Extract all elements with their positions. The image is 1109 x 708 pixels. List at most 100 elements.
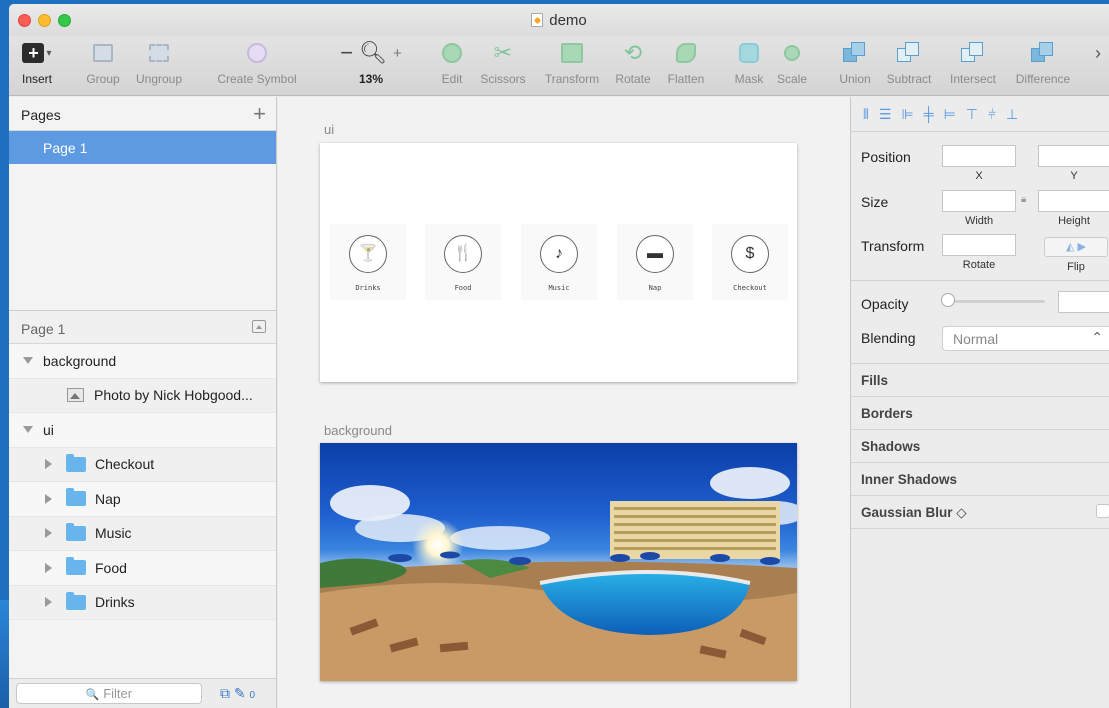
layer-drinks[interactable]: Drinks: [9, 585, 276, 620]
scale-button[interactable]: Scale: [773, 38, 811, 86]
scale-icon: [784, 45, 800, 61]
pencil-icon[interactable]: ✎: [234, 685, 246, 701]
nav-item-drinks[interactable]: 🍸 Drinks: [330, 224, 406, 300]
difference-icon: [1031, 42, 1055, 64]
disclosure-right-icon[interactable]: [45, 562, 52, 573]
scissors-icon: ✂: [493, 40, 513, 65]
subtract-button[interactable]: Subtract: [881, 38, 937, 86]
create-symbol-button[interactable]: Create Symbol: [209, 38, 305, 86]
add-page-button[interactable]: +: [253, 101, 266, 127]
intersect-button[interactable]: Intersect: [945, 38, 1001, 86]
toolbar-overflow-button[interactable]: ›: [1091, 38, 1105, 68]
checkout-icon: $: [731, 235, 769, 273]
edit-icon: [442, 43, 462, 63]
layer-group-ui[interactable]: ui: [9, 413, 276, 448]
borders-section[interactable]: Borders: [851, 397, 1109, 430]
zoom-out-button[interactable]: −: [340, 40, 353, 66]
flip-buttons[interactable]: ◭ ▶: [1044, 237, 1108, 257]
scissors-button[interactable]: ✂ Scissors: [475, 38, 531, 86]
disclosure-right-icon[interactable]: [45, 493, 52, 504]
height-input[interactable]: [1038, 190, 1109, 212]
disclosure-down-icon[interactable]: [23, 426, 33, 434]
ungroup-button[interactable]: Ungroup: [131, 38, 187, 86]
insert-button[interactable]: + ▾ Insert: [17, 38, 57, 86]
inner-shadows-section[interactable]: Inner Shadows: [851, 463, 1109, 496]
disclosure-right-icon[interactable]: [45, 528, 52, 539]
disclosure-down-icon[interactable]: [23, 357, 33, 365]
app-window: demo + ▾ Insert Group Ungroup Create Symb…: [9, 4, 1109, 708]
artboard-label-ui[interactable]: ui: [324, 122, 334, 137]
position-y-input[interactable]: [1038, 145, 1109, 167]
align-left-icon[interactable]: ⫴: [863, 106, 869, 123]
artboard-label-background[interactable]: background: [324, 423, 392, 438]
layer-photo[interactable]: Photo by Nick Hobgood...: [9, 378, 276, 413]
background-photo[interactable]: [320, 443, 797, 681]
difference-button[interactable]: Difference: [1009, 38, 1077, 86]
edit-button[interactable]: Edit: [437, 38, 467, 86]
blending-select[interactable]: Normal ⌃: [942, 326, 1109, 351]
search-icon: 🔍: [85, 689, 100, 701]
rotate-input[interactable]: [942, 234, 1016, 256]
distribute-horizontal-icon[interactable]: ☰: [879, 106, 892, 123]
align-center-icon[interactable]: ╪: [924, 106, 934, 122]
collapse-pages-icon[interactable]: [252, 320, 266, 333]
nav-item-food[interactable]: 🍴 Food: [425, 224, 501, 300]
music-icon: ♪: [540, 235, 578, 273]
layer-checkout[interactable]: Checkout: [9, 447, 276, 482]
filter-options[interactable]: ⧉ ✎ 0: [220, 685, 255, 702]
folder-icon: [66, 591, 86, 610]
disclosure-right-icon[interactable]: [45, 597, 52, 608]
layer-group-background[interactable]: background: [9, 344, 276, 379]
gaussian-blur-checkbox[interactable]: [1096, 504, 1109, 518]
toolbar: + ▾ Insert Group Ungroup Create Symbol − …: [9, 36, 1109, 96]
flatten-button[interactable]: Flatten: [663, 38, 709, 86]
layer-food[interactable]: Food: [9, 551, 276, 586]
zoom-control: − 🔍︎ + 13%: [340, 40, 402, 86]
filter-input[interactable]: 🔍 Filter: [16, 683, 202, 704]
folder-icon: [66, 488, 86, 507]
symbols-filter-icon[interactable]: ⧉: [220, 685, 230, 701]
align-left-edge-icon[interactable]: ⊫: [901, 106, 913, 123]
transform-icon: [561, 43, 583, 63]
opacity-slider-track[interactable]: [943, 300, 1045, 303]
lock-icon[interactable]: 🔒︎: [1021, 194, 1026, 205]
layers-sidebar: Pages + Page 1 Page 1 background Photo b…: [9, 97, 277, 708]
nav-item-checkout[interactable]: $ Checkout: [712, 224, 788, 300]
nav-item-music[interactable]: ♪ Music: [521, 224, 597, 300]
union-button[interactable]: Union: [835, 38, 875, 86]
gaussian-blur-section[interactable]: Gaussian Blur ◇: [851, 496, 1109, 529]
title-bar: demo: [9, 4, 1109, 36]
page-item-page-1[interactable]: Page 1: [9, 131, 276, 164]
align-bottom-icon[interactable]: ⊥: [1006, 106, 1018, 123]
canvas[interactable]: ui 🍸 Drinks 🍴 Food ♪ Music ▬ Nap $ Check…: [278, 97, 850, 708]
fills-section[interactable]: Fills: [851, 364, 1109, 397]
opacity-slider-knob[interactable]: [941, 293, 955, 307]
size-label: Size: [861, 194, 889, 210]
rotate-button[interactable]: ⟲ Rotate: [611, 38, 655, 86]
disclosure-right-icon[interactable]: [45, 459, 52, 470]
image-layer-icon: [67, 388, 84, 403]
group-button[interactable]: Group: [83, 38, 123, 86]
nav-item-nap[interactable]: ▬ Nap: [617, 224, 693, 300]
artboard-ui[interactable]: 🍸 Drinks 🍴 Food ♪ Music ▬ Nap $ Checkout: [320, 143, 797, 382]
transform-button[interactable]: Transform: [539, 38, 605, 86]
layer-music[interactable]: Music: [9, 516, 276, 551]
align-middle-icon[interactable]: ⫩: [988, 106, 996, 123]
folder-icon: [66, 522, 86, 541]
width-input[interactable]: [942, 190, 1016, 212]
zoom-in-button[interactable]: +: [393, 45, 402, 62]
symbol-icon: [247, 43, 267, 63]
ungroup-icon: [149, 44, 169, 62]
align-right-icon[interactable]: ⊨: [944, 106, 956, 123]
dropdown-chevron-icon: ▾: [46, 47, 52, 59]
intersect-icon: [961, 42, 985, 64]
mask-button[interactable]: Mask: [731, 38, 767, 86]
shadows-section[interactable]: Shadows: [851, 430, 1109, 463]
layer-nap[interactable]: Nap: [9, 482, 276, 517]
layers-header: Page 1: [9, 311, 276, 344]
flip-horizontal-icon[interactable]: ◭: [1066, 241, 1074, 253]
align-top-icon[interactable]: ⊤: [966, 106, 978, 123]
opacity-input[interactable]: [1058, 291, 1109, 313]
flip-vertical-icon[interactable]: ▶: [1078, 241, 1086, 253]
position-x-input[interactable]: [942, 145, 1016, 167]
